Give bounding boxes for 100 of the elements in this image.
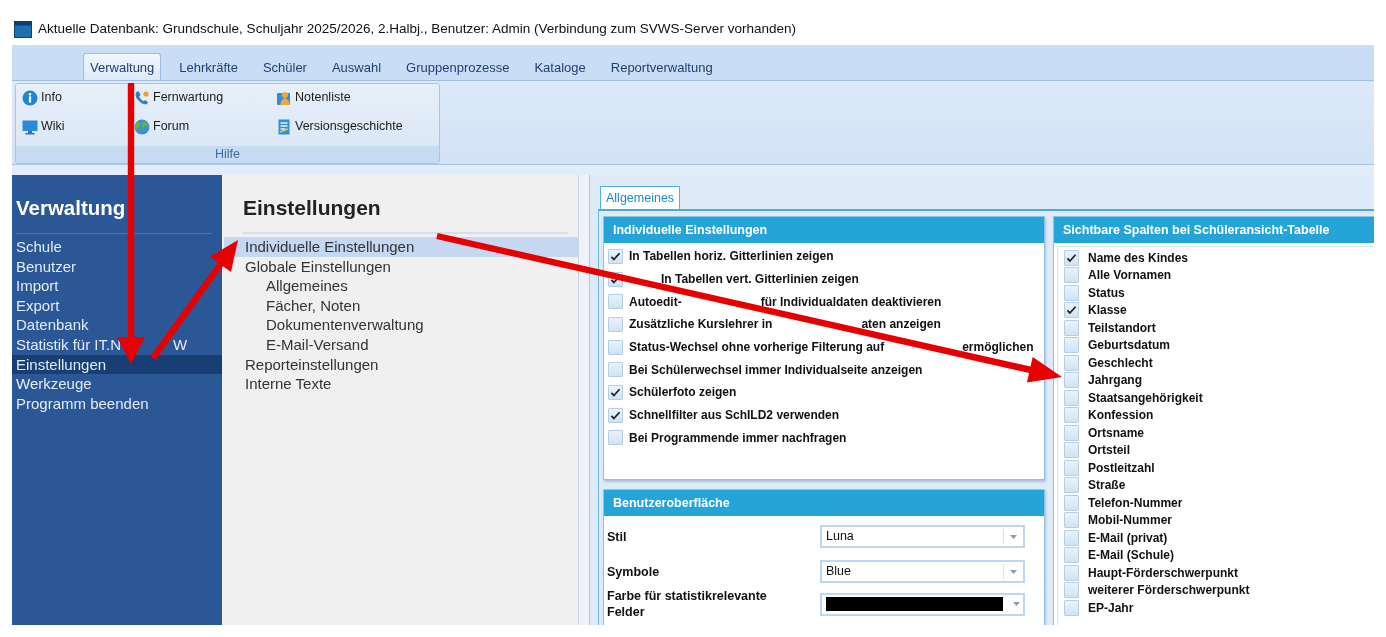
option-label: In Tabellen horiz. Gitterlinien zeigen (629, 250, 834, 263)
sidebar-item[interactable]: Benutzer (12, 256, 81, 277)
ribbon-button[interactable]: Wiki (22, 113, 69, 140)
option-label: Alle Vornamen (1088, 269, 1172, 282)
checkbox[interactable] (1064, 564, 1079, 581)
option-label: Geschlecht (1088, 356, 1153, 369)
checkbox[interactable] (1064, 442, 1079, 459)
ribbon-button[interactable]: Info (22, 84, 66, 111)
checkbox[interactable] (608, 316, 623, 332)
panel-header: Sichtbare Spalten bei Schüleransicht-Tabelle (1054, 217, 1374, 243)
option-label: Autoedit- (629, 295, 682, 308)
ribbon-button[interactable]: Versionsgeschichte (276, 113, 407, 140)
checkbox[interactable] (608, 248, 623, 264)
checkbox[interactable] (1064, 319, 1079, 336)
settings-nav-item[interactable]: Globale Einstellungen (243, 256, 393, 277)
checkbox[interactable] (1064, 354, 1079, 371)
option-label: Status-Wechsel ohne vorherige Filterung auf (629, 341, 885, 354)
sidebar-item[interactable]: Import (12, 276, 63, 296)
dropdown[interactable]: Luna (820, 525, 1025, 548)
checkbox[interactable] (1064, 547, 1079, 564)
ribbon-button[interactable]: Notenliste (276, 84, 355, 111)
checkbox[interactable] (1064, 599, 1079, 616)
checkbox[interactable] (1064, 477, 1079, 494)
checkbox[interactable] (1064, 284, 1079, 301)
settings-nav-item[interactable]: Individuelle Einstellungen (224, 237, 578, 257)
checkbox[interactable] (608, 407, 623, 423)
group-label: Hilfe (16, 146, 439, 163)
settings-nav-item[interactable]: Allgemeines (264, 276, 350, 296)
ribbon-button[interactable]: Forum (134, 113, 194, 140)
settings-nav-item[interactable]: Dokumentenverwaltung (264, 315, 426, 335)
field-label: Stil (607, 528, 628, 545)
sidebar-item[interactable]: Schule (12, 237, 66, 257)
window-title: Aktuelle Datenbank: Grundschule, Schuljahr 2025/2026, 2.Halbj., Benutzer: Admin (Verbindung zum SVWS-Server vorhanden) (38, 20, 796, 38)
option-label: Schnellfilter aus SchILD2 verwenden (629, 409, 840, 422)
checkbox[interactable] (1064, 337, 1079, 354)
ribbon-tab[interactable]: Auswahl (324, 53, 389, 80)
checkbox[interactable] (608, 294, 623, 310)
checkbox[interactable] (1064, 407, 1079, 424)
sidebar-item[interactable]: Export (12, 295, 64, 316)
checkbox[interactable] (1064, 302, 1079, 319)
option-label: Straße (1088, 479, 1126, 492)
option-label: weiterer Förderschwerpunkt (1088, 584, 1250, 597)
checkbox[interactable] (1064, 459, 1079, 476)
ribbon-tab[interactable]: Verwaltung (83, 53, 162, 80)
option-label: Haupt-Förderschwerpunkt (1088, 566, 1238, 579)
ribbon-tab[interactable]: Lehrkräfte (172, 53, 245, 80)
ribbon-button[interactable]: Fernwartung (134, 84, 228, 111)
checkbox[interactable] (1064, 424, 1079, 441)
option-label: EP-Jahr (1088, 601, 1134, 614)
checkbox[interactable] (1064, 249, 1079, 266)
option-label: Jahrgang (1088, 374, 1142, 387)
option-label: Bei Schülerwechsel immer Individualseite anzeigen (629, 363, 923, 376)
splitter[interactable] (578, 175, 590, 625)
sidebar-item[interactable]: Einstellungen (12, 354, 222, 375)
ribbon-tab[interactable]: Schüler (255, 53, 314, 80)
option-label: E-Mail (Schule) (1088, 549, 1174, 562)
checkbox[interactable] (1064, 512, 1079, 529)
checkbox[interactable] (1064, 372, 1079, 389)
checkbox[interactable] (1064, 389, 1079, 406)
caret-icon (1013, 602, 1020, 606)
option-label: Postleitzahl (1088, 461, 1155, 474)
sidebar-item[interactable]: Datenbank (12, 315, 93, 335)
checkbox[interactable] (608, 430, 623, 446)
dropdown[interactable]: Blue (820, 560, 1025, 583)
settings-nav-item[interactable]: Fächer, Noten (264, 295, 363, 316)
sidebar-item[interactable]: Werkzeuge (12, 374, 96, 394)
sidebar-item[interactable]: Programm beenden (12, 393, 153, 414)
option-label: Ortsname (1088, 426, 1145, 439)
option-label: Geburtsdatum (1088, 339, 1170, 352)
checkbox[interactable] (1064, 267, 1079, 284)
option-label: Klasse (1088, 304, 1127, 317)
panel-header: Individuelle Einstellungen (604, 217, 1044, 243)
option-label: Zusätzliche Kurslehrer in (629, 318, 773, 331)
checkbox[interactable] (608, 362, 623, 378)
sidebar-item[interactable]: W (173, 334, 188, 355)
settings-nav-item[interactable]: E-Mail-Versand (264, 334, 371, 355)
phone-icon (134, 89, 150, 106)
option-label: Staatsangehörigkeit (1088, 391, 1203, 404)
settings-nav-item[interactable]: Reporteinstellungen (243, 354, 381, 375)
sidebar-item[interactable]: Statistik für IT.N (16, 334, 122, 355)
option-label: für Individualdaten deaktivieren (760, 295, 942, 308)
dropdown[interactable] (820, 592, 1025, 616)
checkbox[interactable] (608, 339, 623, 355)
checkbox[interactable] (1064, 529, 1079, 546)
ribbon-tab[interactable]: Kataloge (527, 53, 593, 80)
option-label: Status (1088, 286, 1125, 299)
monitor-icon (22, 118, 38, 135)
settings-nav-item[interactable]: Interne Texte (243, 374, 334, 394)
checkbox[interactable] (1064, 582, 1079, 599)
checkbox[interactable] (1064, 494, 1079, 511)
ribbon-tab[interactable]: Gruppenprozesse (399, 53, 517, 80)
checkbox[interactable] (608, 384, 623, 400)
panel-title: Einstellungen (243, 175, 568, 234)
document-icon (276, 118, 292, 135)
option-label: Mobil-Nummer (1088, 514, 1172, 527)
window-icon (14, 21, 32, 38)
option-label: Schülerfoto zeigen (629, 386, 737, 399)
ribbon-tab[interactable]: Reportverwaltung (603, 53, 720, 80)
option-label: Telefon-Nummer (1088, 496, 1183, 509)
content-tab[interactable]: Allgemeines (600, 186, 681, 209)
